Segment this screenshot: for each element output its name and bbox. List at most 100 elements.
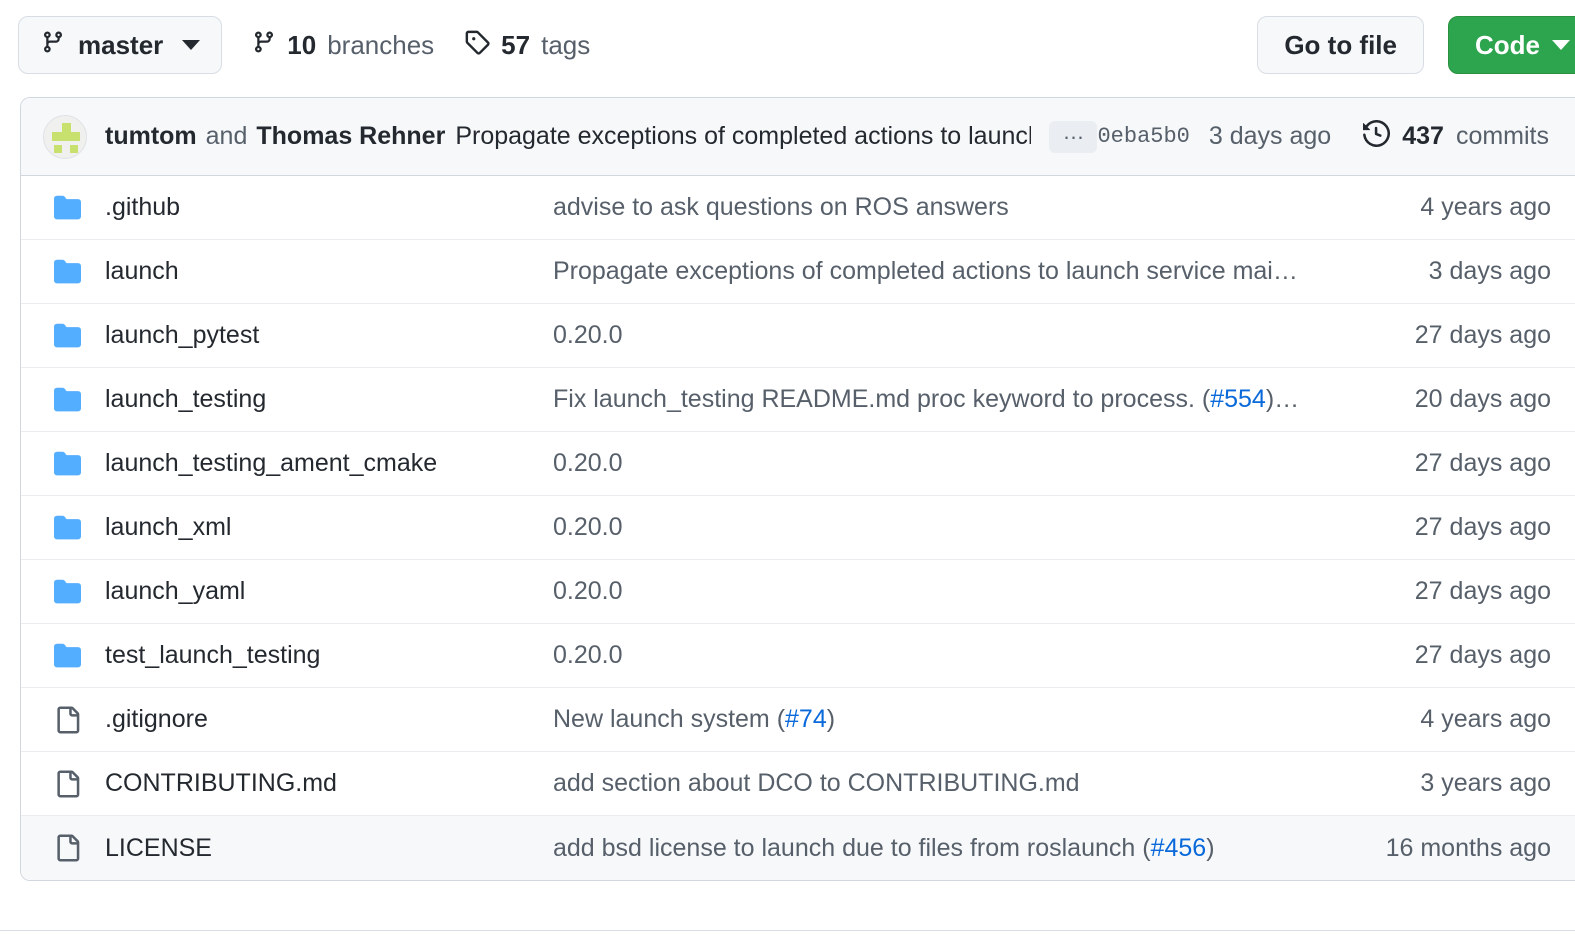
- file-name-link[interactable]: .gitignore: [105, 705, 553, 734]
- branches-label: branches: [327, 29, 435, 60]
- repo-toolbar: master 10 branches 57 tags Go to file Co…: [0, 0, 1575, 90]
- file-icon: [21, 704, 105, 736]
- tags-count: 57: [501, 29, 531, 60]
- avatar-block: [62, 122, 71, 132]
- commit-message-cell[interactable]: Propagate exceptions of completed action…: [553, 257, 1325, 286]
- branch-selector-label: master: [78, 29, 164, 60]
- folder-name-link[interactable]: launch_xml: [105, 513, 553, 542]
- commits-count-link[interactable]: 437 commits: [1363, 119, 1549, 154]
- ellipsis-icon: …: [1062, 118, 1085, 144]
- file-list: .github advise to ask questions on ROS an…: [21, 176, 1575, 880]
- table-row[interactable]: CONTRIBUTING.md add section about DCO to …: [21, 752, 1575, 816]
- commit-time-cell: 20 days ago: [1414, 385, 1551, 413]
- folder-icon: [21, 194, 105, 221]
- table-row[interactable]: launch_testing Fix launch_testing README.…: [21, 368, 1575, 432]
- file-name-link[interactable]: LICENSE: [105, 834, 553, 863]
- avatar[interactable]: [43, 114, 87, 159]
- commit-message-cell[interactable]: advise to ask questions on ROS answers: [553, 193, 1325, 222]
- folder-name-link[interactable]: launch_pytest: [105, 321, 553, 350]
- history-icon: [1363, 119, 1391, 154]
- commit-coauthor-link[interactable]: Thomas Rehner: [256, 122, 445, 151]
- avatar-block: [52, 131, 80, 141]
- commit-time-cell: 4 years ago: [1420, 193, 1551, 221]
- folder-name-link[interactable]: launch_testing_ament_cmake: [105, 449, 553, 478]
- commit-message-cell[interactable]: add bsd license to launch due to files f…: [553, 834, 1325, 863]
- commit-message-cell[interactable]: Fix launch_testing README.md proc keywor…: [553, 385, 1325, 414]
- table-row[interactable]: .github advise to ask questions on ROS an…: [21, 176, 1575, 240]
- chevron-down-icon: [182, 40, 201, 50]
- table-row[interactable]: .gitignore New launch system (#74) 4 years…: [21, 688, 1575, 752]
- folder-icon: [21, 450, 105, 477]
- table-row[interactable]: launch_pytest 0.20.0 27 days ago: [21, 304, 1575, 368]
- table-row[interactable]: LICENSE add bsd license to launch due to …: [21, 816, 1575, 880]
- commit-time-cell: 16 months ago: [1385, 833, 1551, 862]
- issue-link[interactable]: #560: [1289, 385, 1325, 413]
- folder-icon: [21, 578, 105, 605]
- commit-time-cell: 3 years ago: [1420, 769, 1551, 797]
- table-row[interactable]: launch_xml 0.20.0 27 days ago: [21, 496, 1575, 560]
- table-row[interactable]: test_launch_testing 0.20.0 27 days ago: [21, 624, 1575, 688]
- table-row[interactable]: launch Propagate exceptions of completed …: [21, 240, 1575, 304]
- folder-name-link[interactable]: launch: [105, 257, 553, 286]
- issue-link[interactable]: #456: [1151, 834, 1207, 862]
- avatar-block: [70, 144, 78, 153]
- go-to-file-label: Go to file: [1284, 29, 1397, 60]
- commit-message-cell[interactable]: 0.20.0: [553, 513, 1325, 542]
- tags-count-link[interactable]: 57 tags: [464, 29, 590, 62]
- commit-time-cell: 4 years ago: [1420, 705, 1551, 733]
- folder-name-link[interactable]: test_launch_testing: [105, 641, 553, 670]
- folder-name-link[interactable]: .github: [105, 193, 553, 222]
- folder-icon: [21, 514, 105, 541]
- file-name-link[interactable]: CONTRIBUTING.md: [105, 769, 553, 798]
- go-to-file-button[interactable]: Go to file: [1257, 16, 1424, 74]
- table-row[interactable]: launch_yaml 0.20.0 27 days ago: [21, 560, 1575, 624]
- branches-count-link[interactable]: 10 branches: [252, 29, 434, 62]
- commit-message-cell[interactable]: New launch system (#74): [553, 705, 1325, 734]
- commit-and-label: and: [205, 122, 248, 150]
- commit-date: 3 days ago: [1208, 122, 1332, 150]
- commit-time-cell: 27 days ago: [1414, 577, 1551, 605]
- commit-time-cell: 27 days ago: [1414, 513, 1551, 541]
- table-row[interactable]: launch_testing_ament_cmake 0.20.0 27 days …: [21, 432, 1575, 496]
- commit-message-link[interactable]: Propagate exceptions of completed action…: [455, 122, 1031, 151]
- commits-count: 437: [1402, 122, 1444, 150]
- commit-time-cell: 3 days ago: [1428, 257, 1551, 285]
- tags-label: tags: [541, 29, 591, 60]
- git-branch-icon: [41, 29, 65, 62]
- commit-message-cell[interactable]: 0.20.0: [553, 321, 1325, 350]
- issue-link[interactable]: #74: [785, 705, 827, 733]
- folder-icon: [21, 642, 105, 669]
- folder-name-link[interactable]: launch_testing: [105, 385, 553, 414]
- repository-file-browser: master 10 branches 57 tags Go to file Co…: [0, 0, 1575, 939]
- page-bottom-divider: [0, 930, 1575, 931]
- code-button[interactable]: Code: [1448, 16, 1575, 74]
- commit-time-cell: 27 days ago: [1414, 449, 1551, 477]
- folder-icon: [21, 322, 105, 349]
- expand-commit-message-button[interactable]: …: [1049, 118, 1098, 153]
- file-icon: [21, 768, 105, 800]
- commit-time-cell: 27 days ago: [1414, 641, 1551, 669]
- commit-meta: 0eba5b0 3 days ago 437 commits: [1097, 119, 1575, 154]
- branch-selector-button[interactable]: master: [18, 16, 223, 74]
- folder-icon: [21, 258, 105, 285]
- issue-link[interactable]: #554: [1210, 385, 1266, 413]
- commit-summary: tumtom and Thomas Rehner Propagate excep…: [105, 122, 1031, 151]
- commit-message-cell[interactable]: add section about DCO to CONTRIBUTING.md: [553, 769, 1325, 798]
- git-branch-icon: [252, 29, 276, 62]
- commit-sha-link[interactable]: 0eba5b0: [1097, 124, 1189, 149]
- commit-message-cell[interactable]: 0.20.0: [553, 449, 1325, 478]
- avatar-block: [54, 144, 62, 153]
- commit-author-link[interactable]: tumtom: [105, 122, 197, 151]
- commits-label: commits: [1455, 122, 1549, 150]
- file-listing-container: tumtom and Thomas Rehner Propagate excep…: [20, 97, 1575, 881]
- file-icon: [21, 832, 105, 864]
- tag-icon: [464, 29, 490, 62]
- commit-time-cell: 27 days ago: [1414, 321, 1551, 349]
- commit-message-cell[interactable]: 0.20.0: [553, 641, 1325, 670]
- latest-commit-header: tumtom and Thomas Rehner Propagate excep…: [21, 98, 1575, 176]
- commit-message-cell[interactable]: 0.20.0: [553, 577, 1325, 606]
- code-button-label: Code: [1475, 29, 1540, 60]
- branches-count: 10: [287, 29, 317, 60]
- chevron-down-icon: [1552, 40, 1570, 50]
- folder-name-link[interactable]: launch_yaml: [105, 577, 553, 606]
